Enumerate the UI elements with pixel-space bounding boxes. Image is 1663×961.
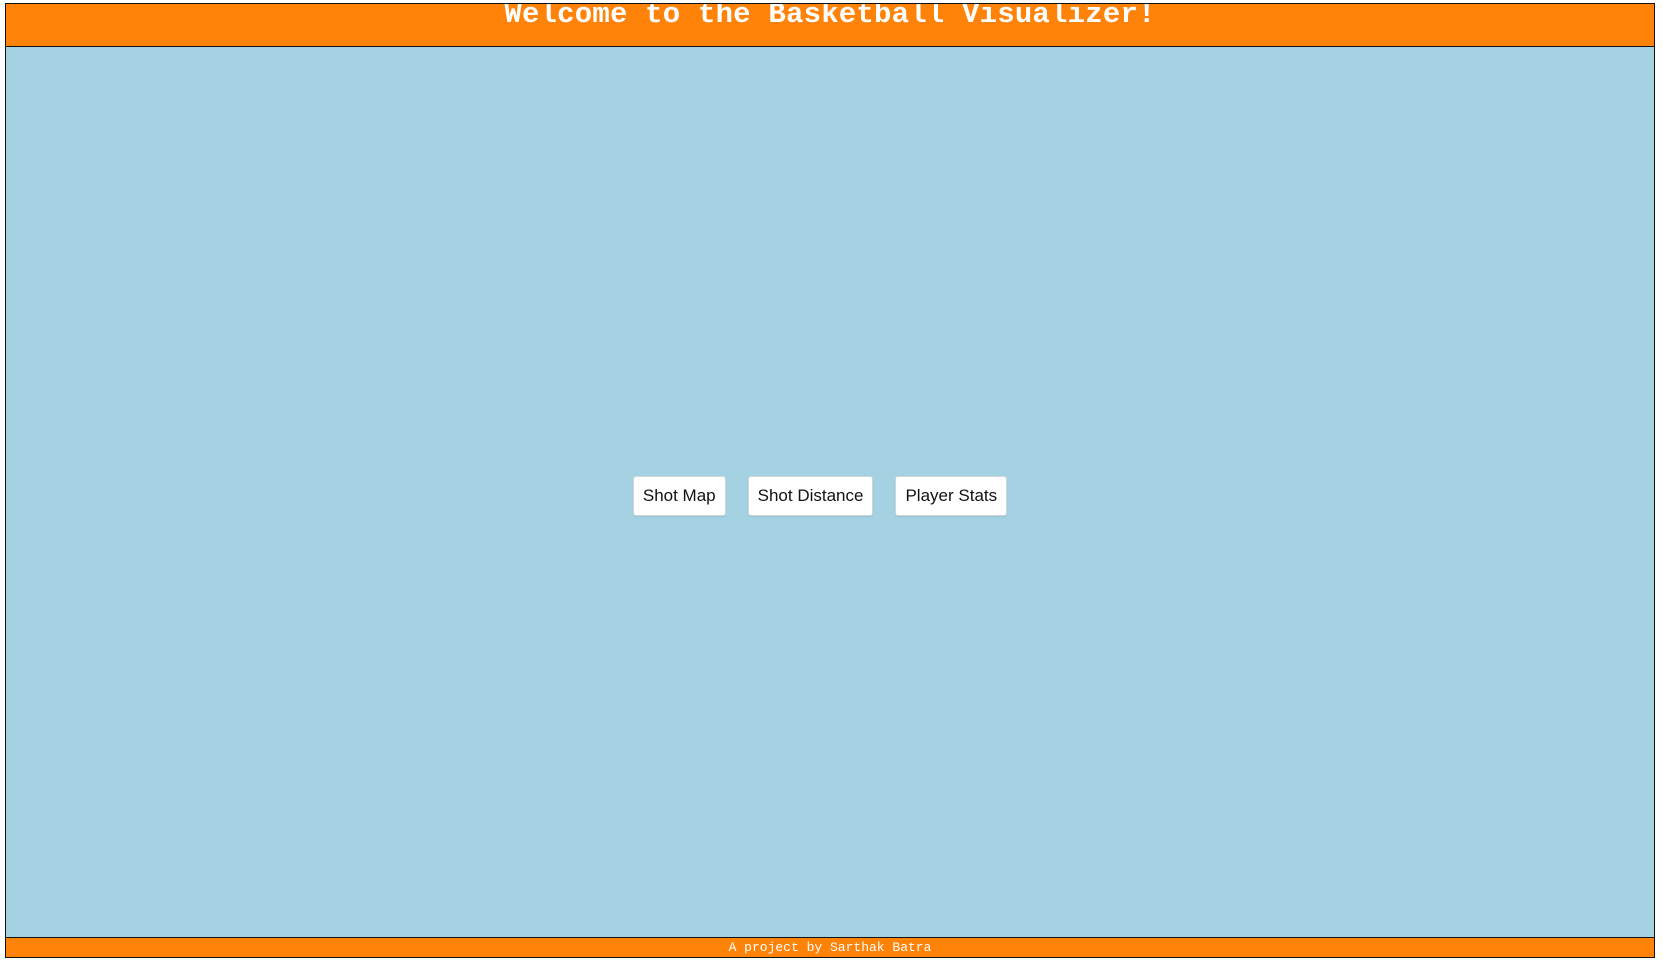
player-stats-button[interactable]: Player Stats xyxy=(895,476,1008,516)
navigation-buttons: Shot Map Shot Distance Player Stats xyxy=(6,476,1654,516)
app-frame: Welcome to the Basketball Visualizer! Sh… xyxy=(5,3,1655,958)
page-title: Welcome to the Basketball Visualizer! xyxy=(504,3,1156,31)
shot-map-button[interactable]: Shot Map xyxy=(632,476,726,516)
footer-bar: A project by Sarthak Batra xyxy=(6,937,1654,957)
main-content: Shot Map Shot Distance Player Stats xyxy=(6,47,1654,944)
footer-credit: A project by Sarthak Batra xyxy=(728,940,932,955)
shot-distance-button[interactable]: Shot Distance xyxy=(747,476,874,516)
header-bar: Welcome to the Basketball Visualizer! xyxy=(6,4,1654,47)
